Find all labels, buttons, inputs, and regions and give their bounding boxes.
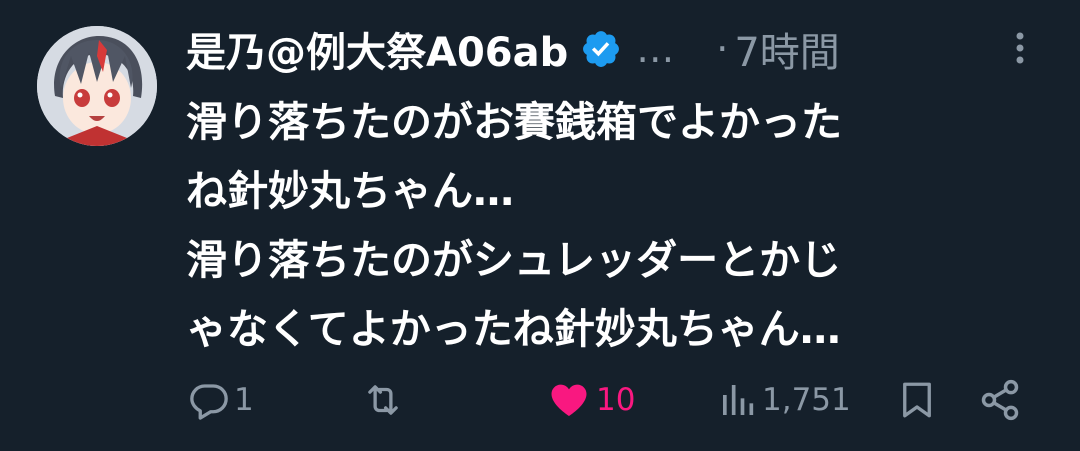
timestamp[interactable]: 7時間 xyxy=(734,20,839,78)
handle-truncated[interactable]: … xyxy=(636,27,676,71)
separator-dot: · xyxy=(716,27,729,71)
like-count: 10 xyxy=(596,382,636,418)
action-bar: 1 10 1,751 xyxy=(0,370,1080,430)
retweet-icon xyxy=(360,379,406,421)
view-count: 1,751 xyxy=(762,382,851,418)
reply-icon xyxy=(188,379,230,421)
avatar-image xyxy=(37,26,157,146)
more-vertical-icon[interactable] xyxy=(1005,28,1035,68)
share-button[interactable] xyxy=(978,370,1022,430)
reply-button[interactable]: 1 xyxy=(188,370,254,430)
views-icon xyxy=(718,379,758,421)
tweet-header: 是乃@例大祭A06ab … · 7時間 xyxy=(186,14,1046,84)
tweet-text: 滑り落ちたのがお賽銭箱でよかった ね針妙丸ちゃん… 滑り落ちたのがシュレッダーと… xyxy=(186,98,842,353)
reply-count: 1 xyxy=(234,382,254,418)
views-button[interactable]: 1,751 xyxy=(718,370,851,430)
avatar[interactable] xyxy=(37,26,157,146)
bookmark-icon xyxy=(896,379,938,421)
verified-badge-icon xyxy=(580,28,622,70)
share-icon xyxy=(978,378,1022,422)
tweet-card[interactable]: 是乃@例大祭A06ab … · 7時間 滑り落ちたのがお賽銭箱でよかった ね針妙… xyxy=(0,0,1080,451)
bookmark-button[interactable] xyxy=(896,370,938,430)
retweet-button[interactable] xyxy=(360,370,410,430)
heart-icon xyxy=(546,379,592,421)
like-button[interactable]: 10 xyxy=(546,370,635,430)
display-name[interactable]: 是乃@例大祭A06ab xyxy=(186,20,568,78)
